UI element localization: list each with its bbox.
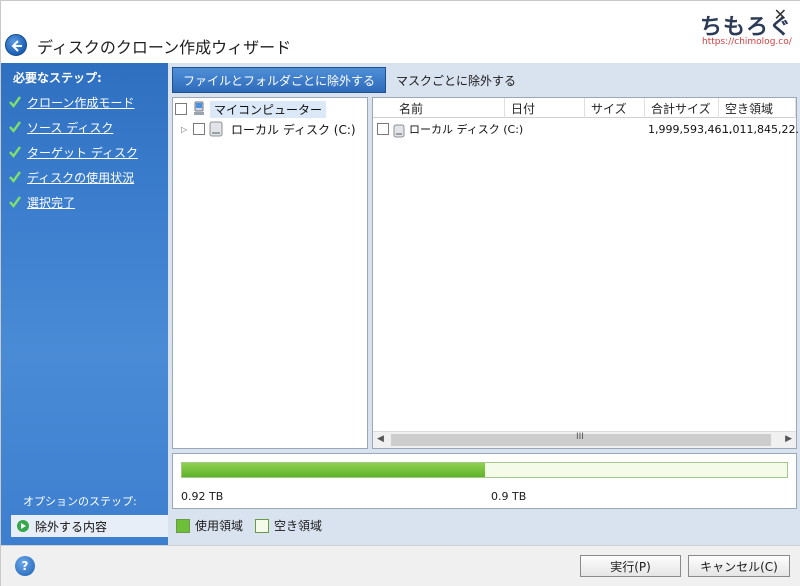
disk-used-fill [182,463,485,477]
watermark-url: https://chimolog.co/ [702,37,792,47]
window-title: ディスクのクローン作成ウィザード [37,38,292,57]
column-header-date[interactable]: 日付 [505,98,585,118]
cancel-button[interactable]: キャンセル(C) [688,555,790,577]
sidebar-required-title: 必要なステップ: [13,71,102,85]
help-button[interactable]: ? [15,556,35,576]
tree-item-my-computer[interactable]: マイコンピューター [175,100,327,118]
legend-swatch-free [255,518,270,533]
disk-usage-panel: 0.92 TB 0.9 TB [172,453,797,509]
tab-exclude-by-mask[interactable]: マスクごとに除外する [386,67,526,93]
computer-icon [194,101,204,115]
column-header-name[interactable]: 名前 [373,98,505,118]
scroll-right-icon[interactable]: ▶ [785,434,792,444]
column-header-total[interactable]: 合計サイズ [645,98,719,118]
sidebar-step-label: 選択完了 [27,195,76,210]
tree-item-local-disk[interactable]: ▷ ローカル ディスク (C:) [181,120,356,138]
sidebar-step-label: 除外する内容 [35,519,108,534]
sidebar-step-source-disk[interactable]: ソース ディスク [9,118,113,136]
arrow-right-icon [17,520,29,532]
list-header: 名前 日付 サイズ 合計サイズ 空き領域 [373,98,796,118]
column-header-free[interactable]: 空き領域 [719,98,796,118]
disk-used-label: 0.92 TB [181,490,224,503]
tab-bar: ファイルとフォルダごとに除外する マスクごとに除外する [168,67,526,95]
sidebar-step-target-disk[interactable]: ターゲット ディスク [9,143,138,161]
arrow-left-icon [11,40,22,52]
tab-exclude-by-files[interactable]: ファイルとフォルダごとに除外する [172,67,387,93]
disk-usage-bar [181,462,788,478]
tree-item-label: マイコンピューター [210,100,327,118]
scroll-left-icon[interactable]: ◀ [377,434,384,444]
scroll-grip: III [576,432,584,442]
row-checkbox-cell[interactable] [377,120,393,138]
sidebar: 必要なステップ: クローン作成モード ソース ディスク ターゲット ディスク デ… [1,63,168,545]
legend-free-label: 空き領域 [274,519,323,533]
back-button[interactable] [5,34,27,56]
check-icon [9,121,21,133]
legend-used-label: 使用領域 [195,519,244,533]
sidebar-step-disk-usage[interactable]: ディスクの使用状況 [9,168,134,186]
sidebar-step-label: ターゲット ディスク [27,145,138,160]
sidebar-step-complete[interactable]: 選択完了 [9,193,75,211]
checkbox[interactable] [193,123,205,135]
row-name: ローカル ディスク (C:) [409,123,524,136]
file-list: 名前 日付 サイズ 合計サイズ 空き領域 ローカル ディスク (C:) 1,99… [372,97,800,449]
sidebar-step-clone-mode[interactable]: クローン作成モード [9,93,134,111]
checkbox[interactable] [377,123,389,135]
hard-disk-icon [393,124,405,138]
row-total: 1,999,593,46... [648,122,732,136]
title-bar: ディスクのクローン作成ウィザード ちもろぐ https://chimolog.c… [1,1,800,63]
expand-icon[interactable]: ▷ [181,125,189,134]
check-icon [9,171,21,183]
sidebar-step-label: クローン作成モード [27,95,135,110]
checkbox[interactable] [175,103,187,115]
row-free: 1,011,845,22... [722,122,800,136]
sidebar-step-label: ソース ディスク [27,120,114,135]
check-icon [9,196,21,208]
table-row[interactable]: ローカル ディスク (C:) 1,999,593,46... 1,011,845… [373,120,800,138]
disk-legend: 使用領域 空き領域 [176,517,334,534]
folder-tree: マイコンピューター ▷ ローカル ディスク (C:) [172,97,368,449]
tree-item-label: ローカル ディスク (C:) [231,122,356,137]
column-header-size[interactable]: サイズ [585,98,645,118]
sidebar-step-exclude[interactable]: 除外する内容 [11,515,168,537]
legend-swatch-used [176,518,190,533]
disk-total-label: 0.9 TB [491,490,527,503]
close-icon[interactable]: ✕ [774,5,787,24]
hard-disk-icon [209,121,223,137]
run-button[interactable]: 実行(P) [580,555,681,577]
horizontal-scrollbar[interactable]: ◀ III ▶ [373,431,796,448]
check-icon [9,146,21,158]
check-icon [9,96,21,108]
main-panel: ファイルとフォルダごとに除外する マスクごとに除外する マイコンピューター ▷ [168,63,800,545]
sidebar-optional-title: オプションのステップ: [23,495,137,508]
bottom-bar: ? 実行(P) キャンセル(C) [1,545,800,586]
wizard-window: ディスクのクローン作成ウィザード ちもろぐ https://chimolog.c… [0,0,800,586]
sidebar-step-label: ディスクの使用状況 [27,170,135,185]
